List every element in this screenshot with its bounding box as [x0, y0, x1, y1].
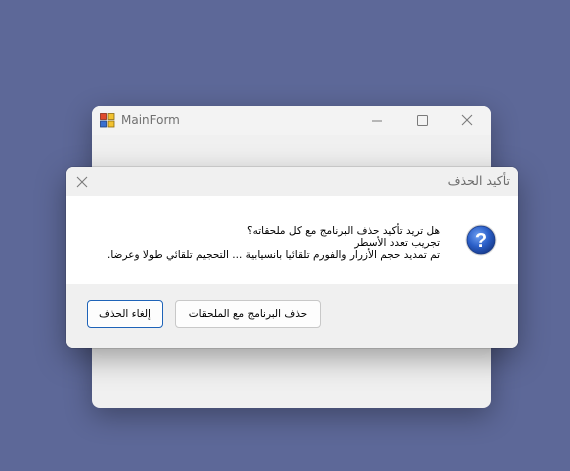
dialog-title: تأكيد الحذف [447, 173, 510, 188]
confirm-delete-dialog: تأكيد الحذف ? هل تريد تأكيد حذف البرنامج… [66, 167, 518, 348]
main-titlebar: MainForm [92, 106, 491, 135]
close-icon [76, 176, 88, 188]
maximize-icon [417, 115, 428, 126]
message-line: تجريب تعدد الأسطر [354, 237, 440, 249]
message-line: هل تريد تأكيد حذف البرنامج مع كل ملحقاته… [247, 225, 440, 237]
cancel-delete-button[interactable]: إلغاء الحذف [87, 300, 163, 328]
dialog-message: هل تريد تأكيد حذف البرنامج مع كل ملحقاته… [80, 225, 440, 261]
main-window-title: MainForm [121, 113, 180, 127]
dialog-content: ? هل تريد تأكيد حذف البرنامج مع كل ملحقا… [66, 196, 518, 284]
message-line: تم تمديد حجم الأزرار والفورم تلقائيا بان… [107, 249, 440, 261]
close-icon [461, 114, 473, 126]
app-icon [100, 113, 115, 128]
minimize-icon [372, 120, 382, 122]
minimize-button[interactable] [355, 106, 399, 135]
dialog-close-button[interactable] [70, 170, 94, 194]
main-close-button[interactable] [444, 106, 488, 135]
question-icon: ? [464, 223, 498, 257]
delete-with-attachments-button[interactable]: حذف البرنامج مع الملحقات [175, 300, 321, 328]
maximize-button[interactable] [399, 106, 443, 135]
dialog-titlebar: تأكيد الحذف [66, 167, 518, 196]
dialog-button-bar: حذف البرنامج مع الملحقات إلغاء الحذف [66, 284, 518, 348]
svg-text:?: ? [475, 230, 487, 252]
